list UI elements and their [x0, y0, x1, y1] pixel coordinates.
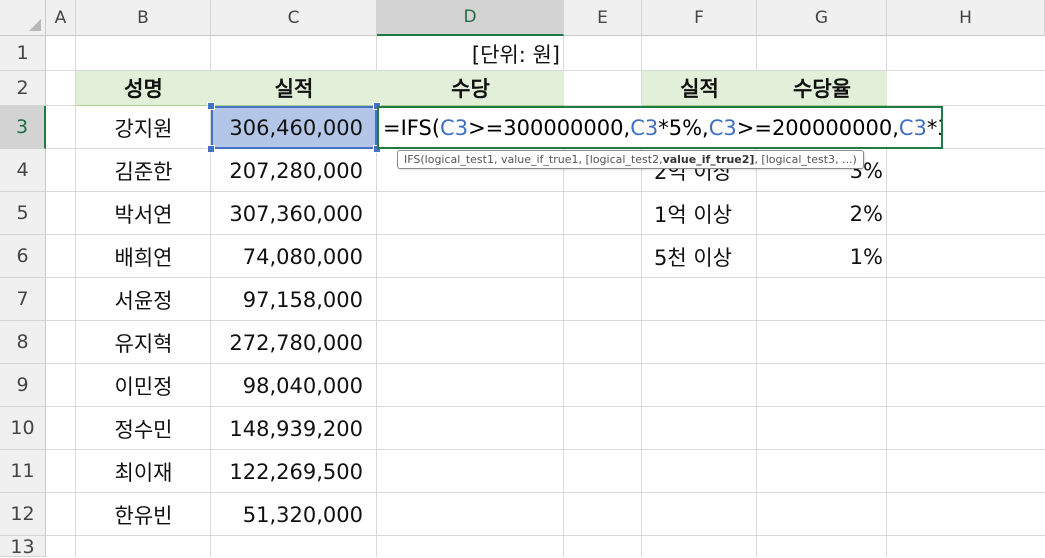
tooltip-text: IFS(logical_test1, value_if_true1, [logi…	[404, 153, 663, 166]
formula-text: *3%	[926, 115, 941, 140]
column-header-b[interactable]: B	[76, 0, 211, 36]
column-header-a[interactable]: A	[46, 0, 76, 36]
employee-name-cell[interactable]: 최이재	[76, 450, 211, 493]
employee-name-cell[interactable]: 유지혁	[76, 321, 211, 364]
rate-value-cell[interactable]: 1%	[757, 235, 887, 278]
column-header-f[interactable]: F	[642, 0, 757, 36]
employee-name-cell[interactable]: 서윤정	[76, 278, 211, 321]
row-header-4[interactable]: 4	[0, 149, 46, 192]
function-argument-tooltip[interactable]: IFS(logical_test1, value_if_true1, [logi…	[397, 150, 864, 169]
header-performance-cell[interactable]: 실적	[211, 71, 377, 106]
formula-cell-reference: C3	[898, 115, 927, 140]
employee-name-cell[interactable]: 이민정	[76, 364, 211, 407]
header-rate-performance-cell[interactable]: 실적	[642, 71, 757, 106]
formula-cell-reference: C3	[630, 115, 659, 140]
employee-value-cell[interactable]: 306,460,000	[211, 106, 377, 149]
select-all-triangle-icon	[29, 19, 41, 31]
employee-name-cell[interactable]: 배희연	[76, 235, 211, 278]
tooltip-current-argument: value_if_true2]	[662, 153, 755, 166]
employee-value-cell[interactable]: 207,280,000	[211, 149, 377, 192]
row-header-9[interactable]: 9	[0, 364, 46, 407]
column-header-d[interactable]: D	[377, 0, 564, 36]
unit-note-cell[interactable]: [단위: 원]	[377, 37, 564, 71]
employee-value-cell[interactable]: 307,360,000	[211, 192, 377, 235]
row-header-6[interactable]: 6	[0, 235, 46, 278]
formula-edit-cell[interactable]: =IFS(C3 >=300000000, C3 *5%, C3 >=200000000, C…	[377, 106, 943, 149]
employee-value-cell[interactable]: 272,780,000	[211, 321, 377, 364]
row-header-2[interactable]: 2	[0, 71, 46, 106]
spreadsheet-grid[interactable]: A B C D E F G H 1 2 3 4 5 6 7 8 9 10 11 …	[0, 0, 1045, 558]
employee-value-cell[interactable]: 148,939,200	[211, 407, 377, 450]
employee-name-cell[interactable]: 한유빈	[76, 493, 211, 536]
row-header-3[interactable]: 3	[0, 106, 46, 149]
column-header-h[interactable]: H	[887, 0, 1045, 36]
header-allowance-cell[interactable]: 수당	[377, 71, 564, 106]
row-header-10[interactable]: 10	[0, 407, 46, 450]
row-header-12[interactable]: 12	[0, 493, 46, 536]
row-header-1[interactable]: 1	[0, 36, 46, 71]
header-rate-cell[interactable]: 수당율	[757, 71, 887, 106]
column-header-c[interactable]: C	[211, 0, 377, 36]
column-header-g[interactable]: G	[757, 0, 887, 36]
header-name-cell[interactable]: 성명	[76, 71, 211, 106]
employee-name-cell[interactable]: 정수민	[76, 407, 211, 450]
column-header-e[interactable]: E	[564, 0, 642, 36]
rate-threshold-cell[interactable]: 5천 이상	[642, 235, 757, 278]
row-header-13[interactable]: 13	[0, 536, 46, 558]
row-header-11[interactable]: 11	[0, 450, 46, 493]
formula-text: =IFS(	[383, 115, 441, 140]
formula-text: *5%,	[658, 115, 709, 140]
formula-cell-reference: C3	[708, 115, 737, 140]
formula-cell-reference: C3	[440, 115, 469, 140]
employee-value-cell[interactable]: 74,080,000	[211, 235, 377, 278]
employee-name-cell[interactable]: 강지원	[76, 106, 211, 149]
row-header-8[interactable]: 8	[0, 321, 46, 364]
row-header-7[interactable]: 7	[0, 278, 46, 321]
row-header-5[interactable]: 5	[0, 192, 46, 235]
employee-value-cell[interactable]: 98,040,000	[211, 364, 377, 407]
rate-value-cell[interactable]: 2%	[757, 192, 887, 235]
tooltip-text: , [logical_test3, ...)	[754, 153, 857, 166]
employee-name-cell[interactable]: 김준한	[76, 149, 211, 192]
select-all-corner[interactable]	[0, 0, 46, 36]
formula-text: >=300000000,	[468, 115, 631, 140]
employee-name-cell[interactable]: 박서연	[76, 192, 211, 235]
employee-value-cell[interactable]: 97,158,000	[211, 278, 377, 321]
employee-value-cell[interactable]: 51,320,000	[211, 493, 377, 536]
rate-threshold-cell[interactable]: 1억 이상	[642, 192, 757, 235]
employee-value-cell[interactable]: 122,269,500	[211, 450, 377, 493]
formula-text: >=200000000,	[736, 115, 899, 140]
